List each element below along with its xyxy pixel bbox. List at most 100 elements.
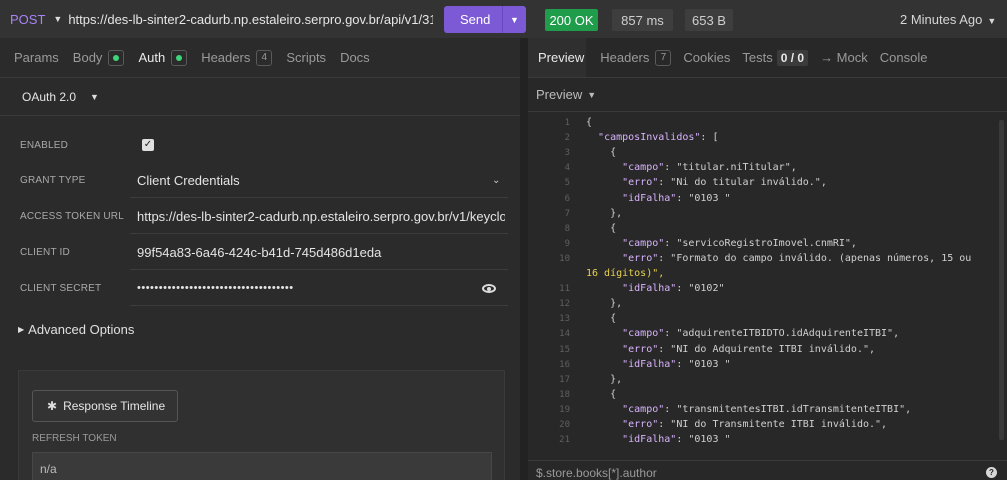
code-line: 16 dígitos)", [528, 266, 998, 282]
line-number: 15 [559, 344, 570, 355]
pane-splitter[interactable] [520, 0, 528, 480]
jsonpath-filter-input[interactable]: $.store.books[*].author [536, 466, 657, 480]
code-text: "erro": "NI do Transmitente ITBI inválid… [622, 419, 888, 430]
tab-params[interactable]: Params [14, 50, 59, 65]
line-number: 5 [564, 178, 570, 189]
tab-body[interactable]: Body [72, 49, 125, 66]
grant-type-label: GRANT TYPE [20, 174, 86, 186]
client-id-input[interactable]: 99f54a83-6a46-424c-b41d-745d486d1eda [137, 245, 505, 260]
auth-type-select[interactable]: OAuth 2.0 ▼ [0, 78, 520, 116]
response-tabs: Preview Headers 7 Cookies Tests 0 / 0 → Mo… [528, 38, 1007, 78]
code-text: { [586, 147, 617, 159]
line-number: 4 [564, 163, 570, 174]
request-tabs: Params Body Auth Headers 4 Scripts Docs [0, 38, 520, 78]
code-text: "camposInvalidos": [ [598, 132, 719, 144]
history-select[interactable]: 2 Minutes Ago ▼ [900, 12, 996, 27]
line-number: 13 [559, 314, 570, 325]
enabled-checkbox[interactable]: ✓ [142, 139, 154, 151]
code-line: 12 }, [528, 296, 998, 312]
code-line: 5 "erro": "Ni do titular inválido.", [528, 175, 998, 191]
preview-mode-select[interactable]: Preview ▼ [528, 78, 1007, 112]
code-line: 7 }, [528, 206, 998, 222]
scrollbar[interactable] [999, 120, 1004, 440]
code-line: 21 "idFalha": "0103 " [528, 432, 998, 448]
bug-icon: ✱ [47, 399, 58, 413]
triangle-right-icon: ▶ [18, 325, 25, 334]
send-button[interactable]: Send ▼ [444, 6, 526, 33]
code-line: 13 { [528, 311, 998, 327]
advanced-options-toggle[interactable]: ▶ Advanced Options [18, 322, 134, 337]
code-line: 11 "idFalha": "0102" [528, 281, 998, 297]
chevron-down-icon[interactable]: ⌄ [492, 175, 500, 186]
code-line: 3 { [528, 145, 998, 161]
tab-preview[interactable]: Preview [538, 50, 584, 65]
enabled-row: ENABLED ✓ [0, 127, 520, 163]
client-secret-input[interactable]: •••••••••••••••••••••••••••••••••••• [137, 282, 505, 294]
tab-mock[interactable]: → Mock [820, 50, 868, 65]
line-number: 8 [564, 223, 570, 234]
client-secret-label: CLIENT SECRET [20, 282, 102, 294]
code-line: 1{ [528, 115, 998, 131]
tab-body-label: Body [72, 50, 103, 65]
chevron-down-icon: ▼ [90, 91, 99, 102]
code-text: { [586, 388, 617, 400]
method-select[interactable]: POST [10, 12, 45, 27]
client-id-row: CLIENT ID 99f54a83-6a46-424c-b41d-745d48… [0, 234, 520, 270]
code-text: }, [586, 298, 623, 310]
grant-type-select[interactable]: Client Credentials [137, 173, 505, 188]
line-number: 16 [559, 359, 570, 370]
code-line: 19 "campo": "transmitentesITBI.idTransmi… [528, 402, 998, 418]
code-line: 18 { [528, 387, 998, 403]
code-text: }, [586, 207, 623, 219]
code-text: { [586, 222, 617, 234]
refresh-token-label: REFRESH TOKEN [32, 433, 117, 444]
body-active-dot-icon [108, 49, 125, 66]
chevron-down-icon[interactable]: ▼ [53, 14, 62, 24]
line-number: 21 [559, 435, 570, 446]
tab-response-headers[interactable]: Headers 7 [600, 49, 672, 66]
code-text: { [586, 313, 617, 325]
line-number: 14 [559, 329, 570, 340]
tab-scripts-label: Scripts [286, 50, 327, 65]
tab-auth-label: Auth [138, 50, 166, 65]
code-text: "campo": "servicoRegistroImovel.cnmRI", [622, 237, 857, 249]
tab-cookies[interactable]: Cookies [683, 50, 730, 65]
code-line: 10 "erro": "Formato do campo inválido. (… [528, 251, 998, 267]
code-text: "idFalha": "0103 " [622, 192, 731, 204]
code-text: "campo": "adquirenteITBIDTO.idAdquirente… [622, 328, 900, 340]
response-time-badge: 857 ms [612, 9, 673, 31]
response-body-viewer[interactable]: 1{ 2 "camposInvalidos": [3 { 4 "campo": "t… [528, 115, 998, 455]
line-number: 18 [559, 389, 570, 400]
tab-docs[interactable]: Docs [340, 50, 370, 65]
tab-headers[interactable]: Headers 4 [201, 49, 273, 66]
code-text: "idFalha": "0103 " [622, 358, 731, 370]
help-icon[interactable]: ? [986, 467, 997, 478]
history-label: 2 Minutes Ago [900, 12, 983, 27]
eye-icon[interactable] [482, 283, 496, 293]
tab-tests[interactable]: Tests 0 / 0 [742, 49, 809, 66]
tab-auth[interactable]: Auth [138, 49, 188, 66]
url-input[interactable]: https://des-lb-sinter2-cadurb.np.estalei… [68, 12, 433, 27]
status-badge: 200 OK [545, 9, 598, 31]
tab-cookies-label: Cookies [683, 50, 731, 65]
line-number: 2 [564, 133, 570, 144]
code-text: "campo": "transmitentesITBI.idTransmiten… [622, 403, 912, 415]
code-line: 8 { [528, 221, 998, 237]
access-token-url-label: ACCESS TOKEN URL [20, 210, 124, 222]
response-timeline-label: Response Timeline [63, 399, 166, 413]
code-line: 16 "idFalha": "0103 " [528, 357, 998, 373]
code-line: 17 }, [528, 372, 998, 388]
grant-type-row: GRANT TYPE Client Credentials ⌄ [0, 162, 520, 198]
line-number: 6 [564, 193, 570, 204]
response-size-badge: 653 B [685, 9, 733, 31]
tab-tests-label: Tests [742, 50, 773, 65]
response-timeline-button[interactable]: ✱ Response Timeline [32, 390, 178, 422]
send-options-chevron-icon[interactable]: ▼ [502, 6, 526, 33]
refresh-token-value: n/a [40, 462, 57, 476]
code-text: 16 dígitos)", [586, 268, 665, 279]
preview-mode-label: Preview [536, 87, 583, 102]
access-token-url-input[interactable]: https://des-lb-sinter2-cadurb.np.estalei… [137, 209, 505, 224]
tab-scripts[interactable]: Scripts [286, 50, 326, 65]
code-text: "idFalha": "0102" [622, 283, 725, 295]
tab-console[interactable]: Console [880, 50, 928, 65]
